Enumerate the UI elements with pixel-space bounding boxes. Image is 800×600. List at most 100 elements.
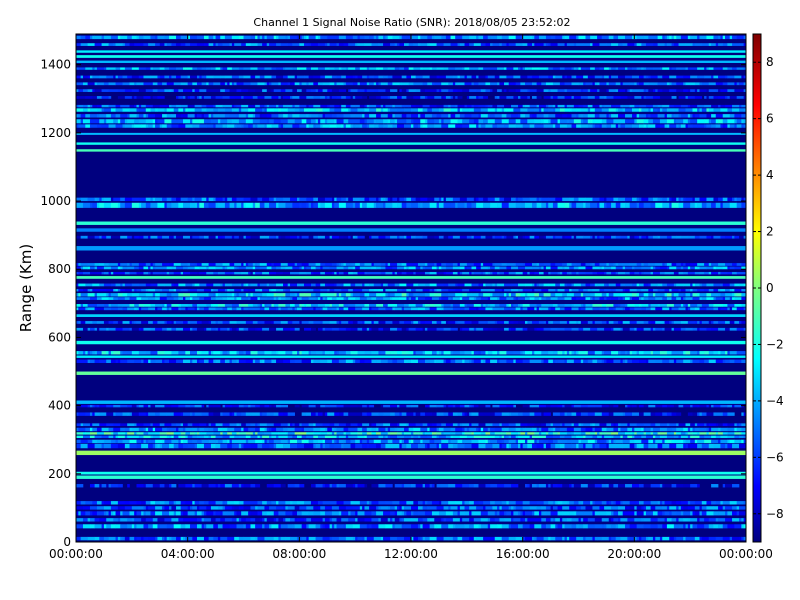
heatmap-cell: [487, 511, 496, 516]
heatmap-cell: [531, 427, 537, 432]
heatmap-cell: [613, 304, 619, 307]
heatmap-cell: [113, 197, 121, 202]
heatmap-cell: [145, 427, 149, 432]
heatmap-cell: [315, 266, 321, 270]
heatmap-cell: [552, 412, 561, 416]
heatmap-cell: [222, 351, 228, 355]
heatmap-cell: [250, 293, 254, 297]
heatmap-cell: [122, 511, 130, 516]
heatmap-cell: [604, 351, 612, 355]
heatmap-cell: [276, 271, 284, 275]
heatmap-cell: [673, 524, 679, 529]
heatmap-cell: [522, 359, 530, 364]
heatmap-cell: [394, 271, 398, 275]
heatmap-cell: [697, 484, 700, 488]
heatmap-cell: [262, 443, 270, 449]
heatmap-cell: [227, 307, 233, 311]
heatmap-cell: [243, 351, 247, 355]
heatmap-cell: [392, 197, 398, 202]
heatmap-cell: [501, 263, 507, 266]
heatmap-cell: [134, 289, 137, 292]
heatmap-cell: [404, 266, 407, 270]
heatmap-cell: [399, 321, 405, 324]
heatmap-cell: [87, 536, 95, 541]
heatmap-cell: [511, 524, 519, 529]
heatmap-cell: [480, 511, 489, 516]
heatmap-cell: [636, 404, 640, 408]
heatmap-cell: [522, 124, 530, 128]
heatmap-cell: [620, 518, 628, 522]
heatmap-cell: [422, 506, 428, 510]
heatmap-cell: [169, 536, 172, 541]
heatmap-cell: [320, 506, 326, 510]
heatmap-cell: [241, 263, 244, 266]
heatmap-cell: [324, 518, 330, 522]
heatmap-cell: [192, 439, 198, 444]
heatmap-cell: [734, 432, 740, 435]
heatmap-cell: [501, 119, 510, 124]
heatmap-cell: [531, 484, 537, 488]
heatmap-cell: [336, 197, 342, 202]
heatmap-cell: [143, 235, 149, 239]
heatmap-cell: [504, 327, 510, 331]
heatmap-cell: [694, 423, 698, 427]
heatmap-cell: [690, 511, 693, 516]
heatmap-cell: [199, 271, 207, 275]
heatmap-cell: [108, 297, 114, 300]
heatmap-cell: [164, 404, 172, 408]
heatmap-cell: [166, 327, 172, 331]
heatmap-cell: [643, 501, 651, 505]
heatmap-cell: [183, 119, 191, 124]
heatmap-cell: [120, 427, 126, 432]
heatmap-cell: [713, 304, 721, 307]
heatmap-cell: [245, 423, 251, 427]
heatmap-cell: [324, 263, 333, 266]
heatmap-cell: [599, 202, 605, 208]
heatmap-cell: [92, 423, 100, 427]
heatmap-cell: [336, 263, 340, 266]
heatmap-cell: [392, 518, 396, 522]
heatmap-cell: [241, 511, 249, 516]
heatmap-cell: [199, 307, 205, 311]
heatmap-cell: [103, 197, 112, 202]
heatmap-cell: [469, 297, 475, 300]
heatmap-cell: [585, 202, 591, 208]
heatmap-cell: [590, 119, 593, 124]
heatmap-cell: [301, 536, 307, 541]
heatmap-cell: [194, 412, 202, 416]
heatmap-cell: [334, 197, 337, 202]
heatmap-cell: [317, 297, 321, 300]
heatmap-cell: [671, 327, 675, 331]
heatmap-cell: [457, 511, 461, 516]
heatmap-cell: [564, 536, 568, 541]
heatmap-cell: [545, 435, 554, 439]
heatmap-cell: [78, 283, 86, 287]
heatmap-cell: [634, 119, 637, 124]
heatmap-cell: [299, 439, 302, 444]
heatmap-cell: [362, 427, 368, 432]
heatmap-cell: [397, 266, 405, 270]
heatmap-cell: [315, 307, 321, 311]
heatmap-cell: [573, 511, 577, 516]
heatmap-cell: [562, 439, 568, 444]
heatmap-cell: [366, 412, 372, 416]
heatmap-cell: [613, 263, 617, 266]
heatmap-cell: [580, 412, 589, 416]
heatmap-cell: [187, 435, 193, 439]
heatmap-cell: [508, 124, 516, 128]
heatmap-cell: [262, 327, 270, 331]
heatmap-cell: [348, 289, 354, 292]
heatmap-cell: [438, 266, 442, 270]
heatmap-cell: [159, 484, 165, 488]
heatmap-cell: [336, 266, 344, 270]
heatmap-cell: [373, 263, 382, 266]
heatmap-cell: [550, 297, 558, 300]
heatmap-cell: [711, 327, 719, 331]
heatmap-cell: [401, 114, 407, 118]
heatmap-cell: [494, 501, 503, 505]
heatmap-cell: [697, 423, 705, 427]
heatmap-cell: [255, 327, 258, 331]
heatmap-cell: [711, 321, 714, 324]
heatmap-cell: [257, 327, 263, 331]
heatmap-cell: [622, 412, 626, 416]
